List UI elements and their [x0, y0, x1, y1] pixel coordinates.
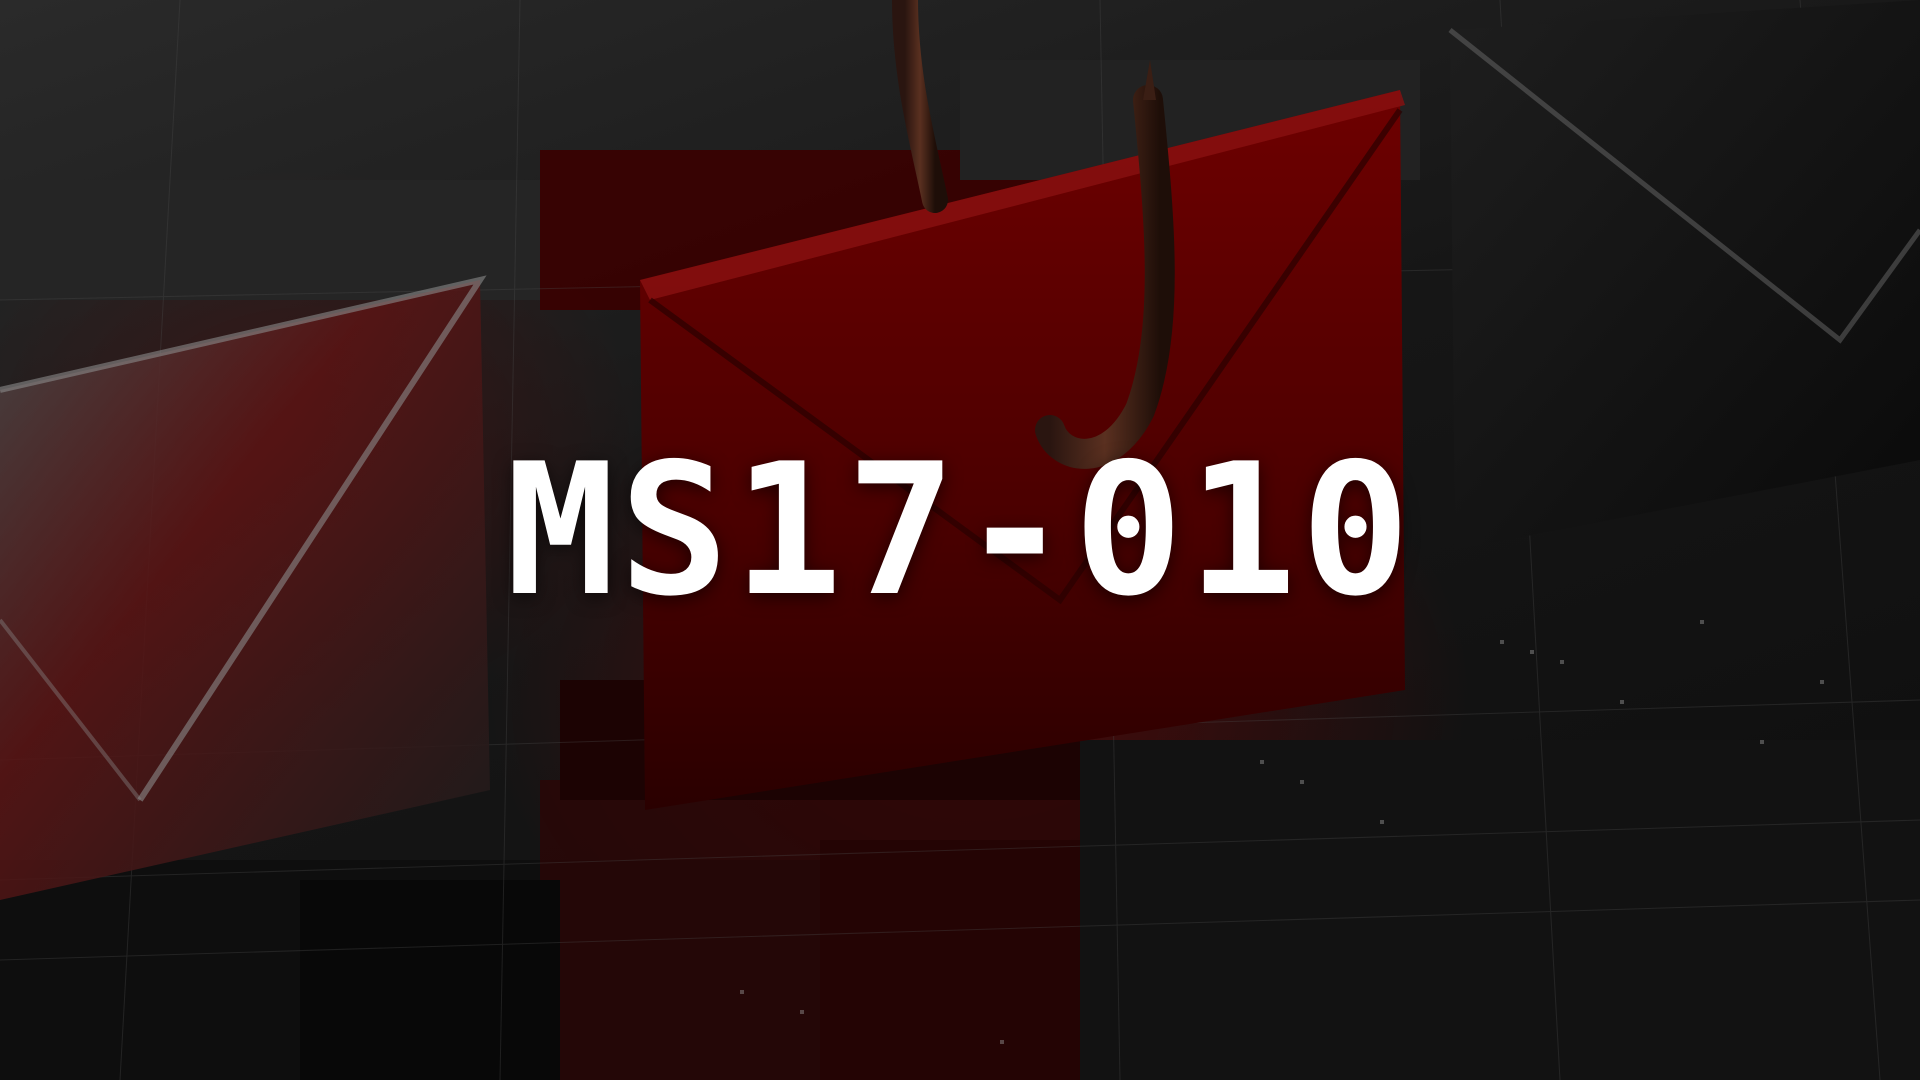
- hero-banner: MS17-010: [0, 0, 1920, 1080]
- headline-title: MS17-010: [505, 424, 1415, 636]
